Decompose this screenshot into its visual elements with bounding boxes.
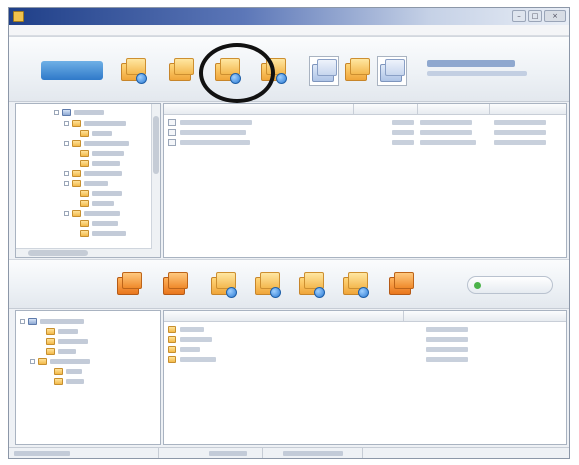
menu-item-3[interactable] bbox=[53, 27, 67, 33]
title-bar: – □ × bbox=[9, 8, 569, 25]
list-item[interactable] bbox=[164, 355, 566, 364]
file-icon bbox=[168, 139, 176, 146]
status-segment bbox=[9, 448, 159, 458]
menu-bar bbox=[9, 25, 569, 36]
folder-move-icon[interactable] bbox=[387, 270, 417, 300]
folder-open-icon[interactable] bbox=[119, 56, 149, 86]
top-folder-tree[interactable] bbox=[15, 103, 161, 258]
app-window: – □ × bbox=[8, 7, 570, 459]
status-bar bbox=[9, 447, 569, 458]
logo bbox=[41, 61, 103, 80]
file-icon bbox=[168, 119, 176, 126]
column-header-name[interactable] bbox=[164, 104, 354, 115]
app-icon bbox=[13, 11, 24, 22]
list-item[interactable] bbox=[164, 345, 566, 354]
bottom-list-column-headers bbox=[164, 311, 566, 322]
split-pane-icon[interactable] bbox=[309, 56, 339, 86]
table-row[interactable] bbox=[164, 118, 566, 127]
folder-icon[interactable] bbox=[167, 56, 197, 86]
status-segment bbox=[159, 448, 263, 458]
maximize-button[interactable]: □ bbox=[528, 10, 542, 22]
column-header-modified[interactable] bbox=[490, 104, 566, 115]
close-button[interactable]: × bbox=[544, 10, 566, 22]
column-header-type[interactable] bbox=[404, 311, 566, 322]
menu-item-1[interactable] bbox=[13, 27, 27, 33]
connect-button[interactable] bbox=[467, 276, 553, 294]
minimize-button[interactable]: – bbox=[512, 10, 526, 22]
bottom-file-list[interactable] bbox=[163, 310, 567, 445]
orange-folder-icon-1[interactable] bbox=[115, 270, 145, 300]
bottom-folder-tree[interactable] bbox=[15, 310, 161, 445]
window-controls: – □ × bbox=[512, 10, 566, 22]
tree-vertical-scrollbar[interactable] bbox=[151, 104, 160, 257]
menu-item-4[interactable] bbox=[73, 27, 87, 33]
folder-refresh-icon[interactable] bbox=[297, 270, 327, 300]
column-header-type[interactable] bbox=[418, 104, 490, 115]
highlight-circle bbox=[199, 43, 275, 103]
folder-icon bbox=[168, 326, 176, 333]
menu-item-2[interactable] bbox=[33, 27, 47, 33]
orange-folder-icon-2[interactable] bbox=[161, 270, 191, 300]
list-item[interactable] bbox=[164, 335, 566, 344]
folder-copy-icon[interactable] bbox=[341, 270, 371, 300]
table-row[interactable] bbox=[164, 128, 566, 137]
folder-stack-icon[interactable] bbox=[343, 56, 373, 86]
folder-icon bbox=[168, 356, 176, 363]
transfer-toolbar bbox=[9, 259, 569, 309]
main-toolbar bbox=[9, 36, 569, 102]
list-item[interactable] bbox=[164, 325, 566, 334]
status-segment bbox=[363, 448, 569, 458]
top-list-column-headers bbox=[164, 104, 566, 115]
folder-sync-icon[interactable] bbox=[253, 270, 283, 300]
column-header-size[interactable] bbox=[354, 104, 418, 115]
status-dot-icon bbox=[474, 282, 481, 289]
table-row[interactable] bbox=[164, 138, 566, 147]
top-file-list[interactable] bbox=[163, 103, 567, 258]
folder-icon bbox=[168, 346, 176, 353]
folder-transfer-icon[interactable] bbox=[209, 270, 239, 300]
file-icon bbox=[168, 129, 176, 136]
status-segment bbox=[263, 448, 363, 458]
folder-list-icon[interactable] bbox=[377, 56, 407, 86]
brand-banner bbox=[423, 57, 531, 83]
tree-horizontal-scrollbar[interactable] bbox=[16, 248, 152, 257]
column-header-name[interactable] bbox=[164, 311, 404, 322]
folder-icon bbox=[168, 336, 176, 343]
